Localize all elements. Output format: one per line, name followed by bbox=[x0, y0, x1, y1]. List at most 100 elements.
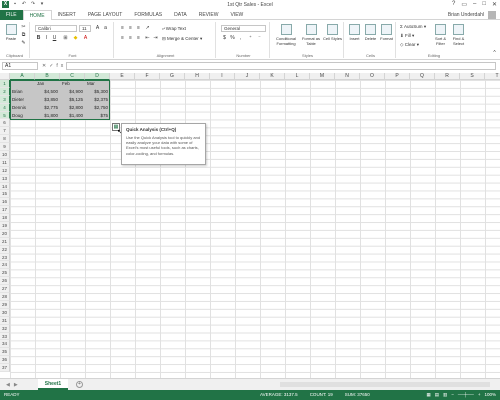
row-header[interactable]: 4 bbox=[0, 103, 10, 112]
column-header[interactable]: M bbox=[310, 73, 335, 80]
decrease-indent-icon[interactable]: ⇤ bbox=[144, 35, 151, 42]
align-left-icon[interactable]: ≡ bbox=[119, 35, 126, 42]
cell[interactable]: Feb bbox=[60, 80, 85, 88]
merge-center-button[interactable]: ⊟ Merge & Center ▾ bbox=[162, 36, 202, 42]
horizontal-scrollbar[interactable] bbox=[280, 382, 490, 387]
increase-decimal-icon[interactable]: ⁺ bbox=[247, 35, 254, 42]
cell[interactable]: Jan bbox=[35, 80, 60, 88]
prev-sheet-icon[interactable]: ◀ bbox=[6, 382, 14, 388]
row-header[interactable]: 16 bbox=[0, 198, 10, 207]
insert-cells-button[interactable]: Insert bbox=[347, 24, 362, 41]
currency-icon[interactable]: $ bbox=[221, 35, 228, 42]
row-header[interactable]: 32 bbox=[0, 324, 10, 333]
cell[interactable]: $1,800 bbox=[35, 112, 60, 120]
tab-formulas[interactable]: FORMULAS bbox=[128, 10, 168, 20]
fill-color-icon[interactable]: ◆ bbox=[72, 35, 79, 42]
zoom-level[interactable]: 100% bbox=[484, 390, 496, 400]
copy-icon[interactable]: ⧉ bbox=[20, 32, 27, 39]
grow-font-icon[interactable]: A bbox=[94, 25, 101, 32]
tab-page-layout[interactable]: PAGE LAYOUT bbox=[82, 10, 129, 20]
cell[interactable]: $2,775 bbox=[35, 104, 60, 112]
column-header[interactable]: D bbox=[85, 73, 110, 80]
cell[interactable]: $2,750 bbox=[85, 104, 110, 112]
fill-button[interactable]: ⬇ Fill ▾ bbox=[400, 33, 414, 39]
cell[interactable]: $4,500 bbox=[35, 88, 60, 96]
row-header[interactable]: 29 bbox=[0, 300, 10, 309]
zoom-out-icon[interactable]: − bbox=[451, 390, 454, 400]
row-header[interactable]: 17 bbox=[0, 206, 10, 215]
cell[interactable]: $2,800 bbox=[60, 104, 85, 112]
cell[interactable]: $5,125 bbox=[60, 96, 85, 104]
help-icon[interactable]: ? bbox=[452, 1, 455, 8]
column-header[interactable]: A bbox=[10, 73, 35, 80]
cut-icon[interactable]: ✂ bbox=[20, 24, 27, 31]
row-header[interactable]: 24 bbox=[0, 261, 10, 270]
row-header[interactable]: 2 bbox=[0, 87, 10, 96]
column-header[interactable]: R bbox=[435, 73, 460, 80]
row-header[interactable]: 18 bbox=[0, 214, 10, 223]
row-header[interactable]: 5 bbox=[0, 111, 10, 120]
column-header[interactable]: T bbox=[485, 73, 500, 80]
font-size-select[interactable]: 11 bbox=[79, 25, 91, 32]
cell[interactable]: Dieter bbox=[10, 96, 35, 104]
font-name-select[interactable]: Calibri bbox=[35, 25, 77, 32]
maximize-icon[interactable]: □ bbox=[482, 1, 486, 8]
align-middle-icon[interactable]: ≡ bbox=[127, 25, 134, 32]
italic-icon[interactable]: I bbox=[43, 35, 50, 42]
delete-cells-button[interactable]: Delete bbox=[363, 24, 378, 41]
paste-button[interactable]: Paste bbox=[3, 24, 19, 41]
column-header[interactable]: L bbox=[285, 73, 310, 80]
cell[interactable]: Brian bbox=[10, 88, 35, 96]
row-header[interactable]: 1 bbox=[0, 80, 10, 88]
select-all-corner[interactable] bbox=[0, 73, 10, 80]
column-header[interactable]: F bbox=[135, 73, 160, 80]
row-header[interactable]: 15 bbox=[0, 190, 10, 199]
page-layout-view-icon[interactable]: ▤ bbox=[435, 390, 439, 400]
row-header[interactable]: 8 bbox=[0, 135, 10, 144]
row-header[interactable]: 3 bbox=[0, 95, 10, 104]
clear-button[interactable]: ◇ Clear ▾ bbox=[400, 42, 419, 48]
row-header[interactable]: 9 bbox=[0, 143, 10, 152]
cell[interactable]: $75 bbox=[85, 112, 110, 120]
row-header[interactable]: 37 bbox=[0, 364, 10, 372]
row-header[interactable]: 12 bbox=[0, 166, 10, 175]
cell[interactable]: $3,850 bbox=[35, 96, 60, 104]
format-cells-button[interactable]: Format bbox=[379, 24, 394, 41]
cell[interactable]: $2,375 bbox=[85, 96, 110, 104]
row-header[interactable]: 20 bbox=[0, 229, 10, 238]
conditional-formatting-button[interactable]: Conditional Formatting bbox=[273, 24, 299, 46]
row-header[interactable]: 23 bbox=[0, 253, 10, 262]
column-header[interactable]: P bbox=[385, 73, 410, 80]
comma-style-icon[interactable]: , bbox=[237, 35, 244, 42]
align-center-icon[interactable]: ≡ bbox=[127, 35, 134, 42]
row-header[interactable]: 31 bbox=[0, 316, 10, 325]
underline-icon[interactable]: U bbox=[51, 35, 58, 42]
column-header[interactable]: Q bbox=[410, 73, 435, 80]
name-box[interactable]: A1 bbox=[2, 62, 38, 70]
number-format-select[interactable]: General bbox=[221, 25, 266, 32]
column-header[interactable]: B bbox=[35, 73, 60, 80]
row-header[interactable]: 7 bbox=[0, 127, 10, 136]
autosum-button[interactable]: Σ AutoSum ▾ bbox=[400, 24, 426, 30]
ribbon-display-icon[interactable]: ▭ bbox=[461, 1, 467, 8]
column-header[interactable]: C bbox=[60, 73, 85, 80]
row-header[interactable]: 14 bbox=[0, 182, 10, 191]
column-header[interactable]: K bbox=[260, 73, 285, 80]
tab-file[interactable]: FILE bbox=[0, 10, 23, 20]
formula-input[interactable] bbox=[66, 62, 496, 70]
cell[interactable]: Mar bbox=[85, 80, 110, 88]
column-header[interactable]: S bbox=[460, 73, 485, 80]
row-header[interactable]: 26 bbox=[0, 277, 10, 286]
cell-styles-button[interactable]: Cell Styles bbox=[323, 24, 342, 41]
column-header[interactable]: N bbox=[335, 73, 360, 80]
row-header[interactable]: 6 bbox=[0, 119, 10, 128]
add-sheet-icon[interactable]: + bbox=[76, 381, 83, 388]
avatar[interactable] bbox=[488, 11, 496, 19]
row-header[interactable]: 22 bbox=[0, 245, 10, 254]
align-right-icon[interactable]: ≡ bbox=[135, 35, 142, 42]
percent-icon[interactable]: % bbox=[229, 35, 236, 42]
minimize-icon[interactable]: – bbox=[473, 1, 476, 8]
borders-icon[interactable]: ⊞ bbox=[62, 35, 69, 42]
format-as-table-button[interactable]: Format as Table bbox=[300, 24, 322, 46]
user-name[interactable]: Brian Underdahl bbox=[448, 12, 484, 18]
